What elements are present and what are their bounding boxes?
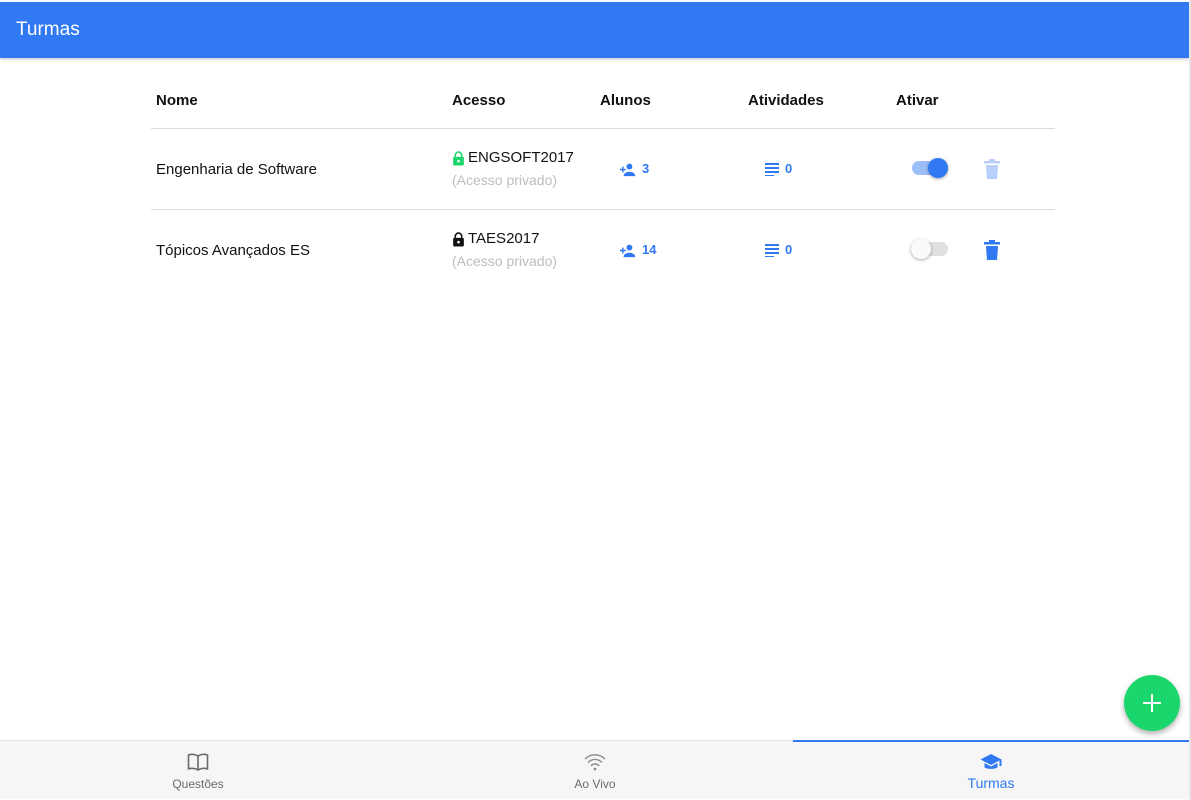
nav-item-turmas[interactable]: Turmas (793, 741, 1189, 799)
column-header-activities: Atividades (748, 92, 824, 109)
graduation-cap-icon (980, 754, 1002, 769)
nav-label-questoes: Questões (172, 777, 224, 791)
lock-black-icon (453, 231, 464, 246)
access-cell: ENGSOFT2017 (Acesso privado) (452, 149, 574, 189)
nav-label-turmas: Turmas (967, 775, 1015, 791)
students-count-button[interactable]: 14 (617, 242, 656, 258)
access-type: (Acesso privado) (452, 172, 558, 188)
access-code: TAES2017 (468, 230, 540, 247)
lock-green-icon (453, 150, 464, 165)
class-name: Tópicos Avançados ES (156, 242, 310, 259)
book-icon (187, 753, 209, 771)
column-header-students: Alunos (600, 92, 651, 109)
delete-icon[interactable] (983, 240, 1001, 260)
app-bar: Turmas (0, 2, 1189, 58)
table-header: Nome Acesso Alunos Atividades Ativar (151, 76, 1055, 129)
wifi-icon (584, 754, 606, 771)
nav-label-ao-vivo: Ao Vivo (574, 777, 616, 791)
access-cell: TAES2017 (Acesso privado) (452, 230, 557, 270)
table-row: Tópicos Avançados ES TAES2017 (Acesso pr… (151, 210, 1055, 290)
activities-count: 0 (785, 242, 793, 257)
page-title: Turmas (16, 19, 80, 40)
bottom-navigation: Questões Ao Vivo Turmas (0, 740, 1190, 799)
activate-toggle[interactable] (912, 157, 948, 179)
column-header-access: Acesso (452, 92, 506, 109)
plus-icon (1143, 694, 1161, 712)
students-count: 14 (642, 242, 657, 257)
column-header-activate: Ativar (896, 92, 939, 109)
add-person-icon (619, 163, 636, 176)
access-code: ENGSOFT2017 (468, 149, 574, 166)
students-count-button[interactable]: 3 (617, 161, 649, 177)
list-icon (765, 163, 779, 176)
activities-count-button[interactable]: 0 (765, 242, 792, 258)
activate-toggle[interactable] (911, 238, 948, 260)
column-header-name: Nome (156, 92, 198, 109)
add-person-icon (619, 244, 636, 257)
add-class-button[interactable] (1124, 675, 1180, 731)
delete-icon[interactable] (983, 159, 1001, 179)
table-row: Engenharia de Software ENGSOFT2017 (Aces… (151, 129, 1055, 210)
activities-count: 0 (785, 161, 793, 176)
activities-count-button[interactable]: 0 (765, 161, 792, 177)
students-count: 3 (642, 161, 650, 176)
toggle-knob (911, 239, 931, 259)
class-name: Engenharia de Software (156, 161, 317, 178)
access-type: (Acesso privado) (452, 253, 558, 269)
classes-table: Nome Acesso Alunos Atividades Ativar Eng… (151, 76, 1055, 290)
app-frame: Turmas Nome Acesso Alunos Atividades Ati… (0, 0, 1191, 800)
nav-item-ao-vivo[interactable]: Ao Vivo (397, 741, 793, 799)
toggle-knob (928, 158, 948, 178)
nav-item-questoes[interactable]: Questões (0, 741, 396, 799)
list-icon (765, 244, 779, 257)
